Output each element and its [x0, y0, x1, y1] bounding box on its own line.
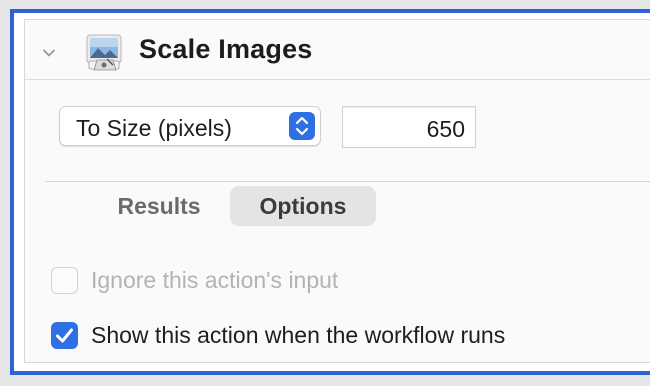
scale-mode-label: To Size (pixels) [76, 115, 232, 141]
stepper-arrows-icon [289, 112, 315, 140]
tab-options[interactable]: Options [230, 186, 376, 226]
action-title: Scale Images [139, 34, 313, 64]
tab-results[interactable]: Results [89, 186, 229, 226]
section-divider [45, 181, 650, 182]
show-action-checkbox[interactable] [51, 322, 78, 349]
size-pixels-input[interactable]: 650 [342, 106, 476, 148]
size-pixels-value: 650 [426, 116, 465, 142]
scale-mode-select[interactable]: To Size (pixels) [59, 106, 321, 146]
highlight-frame: Scale Images To Size (pixels) 650 Result… [10, 9, 650, 375]
ignore-input-label: Ignore this action's input [91, 267, 339, 293]
chevron-down-icon[interactable] [43, 46, 55, 58]
action-header: Scale Images [25, 20, 650, 80]
ignore-input-checkbox[interactable] [51, 267, 78, 294]
show-action-label: Show this action when the workflow runs [91, 322, 506, 348]
scale-images-action: Scale Images To Size (pixels) 650 Result… [24, 19, 650, 363]
preview-image-icon [85, 34, 123, 72]
checkmark-icon [56, 328, 73, 343]
